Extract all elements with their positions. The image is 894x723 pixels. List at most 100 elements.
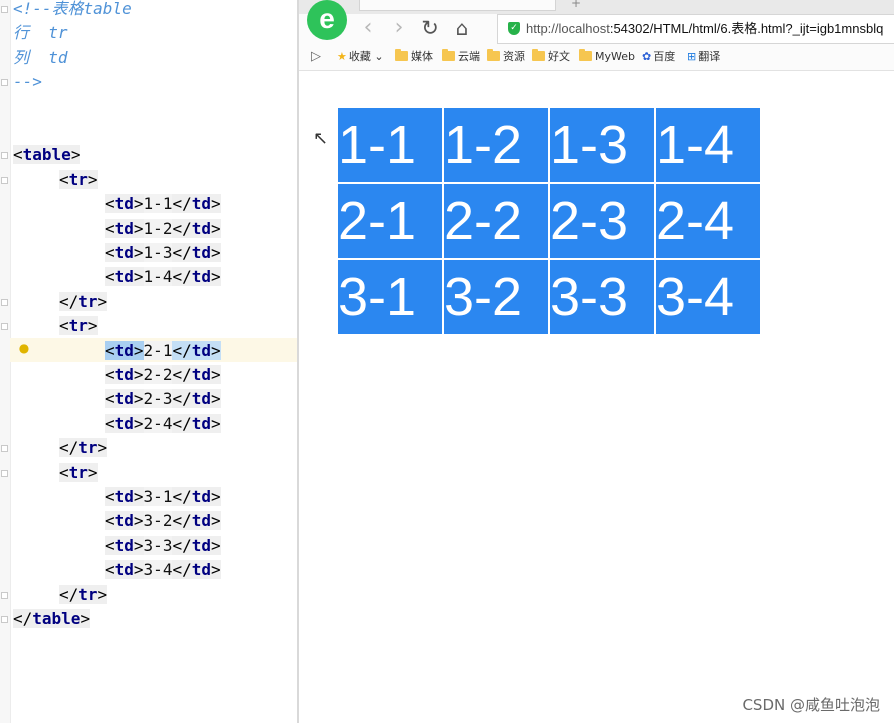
code-token: > — [133, 365, 144, 384]
forward-icon[interactable]: › — [387, 16, 411, 40]
table-row: 1-1 1-2 1-3 1-4 — [338, 108, 760, 182]
sidebar-toggle-icon[interactable]: ▷ — [311, 48, 321, 66]
code-token: 1-2 — [143, 218, 173, 238]
code-token: < — [13, 145, 23, 165]
code-token: > — [133, 218, 144, 238]
code-token: td — [191, 365, 211, 384]
code-token: > — [133, 560, 144, 580]
code-token: </ — [172, 535, 192, 555]
fold-marker-icon[interactable] — [1, 176, 8, 184]
code-token: td — [114, 511, 134, 531]
new-tab-icon[interactable]: + — [571, 0, 581, 10]
code-line: <td>2-4</td> — [105, 412, 221, 436]
fold-marker-icon[interactable] — [1, 591, 8, 599]
code-token: > — [210, 194, 221, 214]
code-token: td — [191, 535, 211, 555]
code-line: </tr> — [59, 290, 108, 314]
code-line: <td>3-4</td> — [105, 558, 221, 582]
code-token: tr — [68, 462, 88, 482]
address-bar[interactable]: ✓ http://localhost:54302/HTML/html/6.表格.… — [497, 14, 894, 44]
code-token: --> — [13, 72, 42, 92]
code-token: </ — [59, 584, 79, 604]
code-token: < — [105, 487, 115, 506]
watermark: CSDN @咸鱼吐泡泡 — [742, 696, 880, 714]
fold-marker-icon[interactable] — [1, 79, 8, 87]
code-token: </ — [172, 487, 192, 506]
browser-logo-icon[interactable]: e — [307, 0, 347, 40]
fold-marker-icon[interactable] — [1, 323, 8, 331]
url-host: http://localhost — [526, 21, 610, 36]
reload-icon[interactable]: ↻ — [418, 16, 442, 40]
code-token: td — [191, 413, 211, 433]
code-token: > — [80, 609, 91, 628]
code-token: > — [133, 487, 144, 506]
code-line: </table> — [13, 607, 91, 631]
code-token: > — [210, 389, 221, 409]
bookmark-item[interactable]: ★ 收藏 ⌄ — [337, 48, 384, 66]
code-line: </tr> — [59, 436, 108, 460]
url-text[interactable]: http://localhost:54302/HTML/html/6.表格.ht… — [526, 15, 883, 43]
bookmark-item[interactable]: 好文 — [532, 48, 570, 66]
code-token: </ — [59, 438, 79, 458]
code-token: < — [105, 365, 115, 384]
fold-marker-icon[interactable] — [1, 445, 8, 453]
code-token: < — [105, 389, 115, 409]
code-token: tr — [78, 584, 98, 604]
code-token: > — [133, 389, 144, 409]
code-token: td — [191, 218, 211, 238]
table-cell: 2-1 — [338, 184, 442, 258]
code-token: </ — [172, 560, 192, 580]
bookmark-item[interactable]: MyWeb — [579, 48, 635, 66]
code-line: <table> — [13, 143, 81, 167]
fold-marker-icon[interactable] — [1, 469, 8, 477]
code-token: td — [114, 535, 134, 555]
folder-icon — [487, 49, 500, 61]
table-cell: 3-3 — [550, 260, 654, 334]
code-token: < — [105, 340, 115, 360]
home-icon[interactable]: ⌂ — [450, 16, 474, 40]
code-token: td — [114, 243, 134, 262]
code-line: <tr> — [59, 314, 98, 338]
fold-marker-icon[interactable] — [1, 152, 8, 160]
code-token: > — [133, 340, 144, 360]
bookmark-item[interactable]: 媒体 — [395, 48, 433, 66]
code-token: < — [105, 560, 115, 580]
mouse-cursor-icon: ↖ — [313, 128, 329, 149]
code-token: td — [114, 340, 134, 360]
code-token: > — [210, 243, 221, 262]
code-token: > — [133, 267, 144, 287]
bookmark-item[interactable]: 云端 — [442, 48, 480, 66]
browser-tab[interactable] — [359, 0, 556, 11]
nav-toolbar: e ‹ › ↻ ⌂ ✓ http://localhost:54302/HTML/… — [299, 0, 894, 44]
code-line: <td>2-1</td> — [105, 339, 221, 363]
browser-window: + e ‹ › ↻ ⌂ ✓ http://localhost:54302/HTM… — [297, 0, 894, 723]
fold-marker-icon[interactable] — [1, 298, 8, 306]
code-token: </ — [172, 194, 192, 214]
code-token: 1-3 — [143, 243, 173, 262]
code-line: <td>3-1</td> — [105, 485, 221, 509]
code-token: td — [114, 413, 134, 433]
code-line: <!--表格table — [13, 0, 132, 21]
bookmark-label: 云端 — [458, 50, 480, 63]
code-line: --> — [13, 70, 42, 94]
bookmark-item[interactable]: 资源 — [487, 48, 525, 66]
code-token: td — [191, 340, 211, 360]
bookmark-item[interactable]: ✿ 百度 — [642, 48, 675, 66]
bookmark-item[interactable]: ⊞ 翻译 — [687, 48, 720, 66]
fold-marker-icon[interactable] — [1, 616, 8, 623]
bookmark-label: 好文 — [548, 50, 570, 63]
code-editor[interactable]: ● <!--表格table 行 tr 列 td --> <table> <tr> <td>1… — [0, 0, 297, 723]
code-token: table — [22, 145, 71, 165]
code-token: > — [210, 267, 221, 287]
code-token: 2-4 — [143, 413, 173, 433]
fold-marker-icon[interactable] — [1, 6, 8, 13]
code-token: 2-3 — [143, 389, 173, 409]
code-line: <td>2-3</td> — [105, 387, 221, 411]
intention-bulb-icon[interactable]: ● — [18, 340, 30, 356]
secure-shield-icon: ✓ — [508, 22, 520, 35]
code-token: > — [210, 535, 221, 555]
folder-icon — [532, 49, 545, 61]
code-token: tr — [68, 316, 88, 336]
back-icon[interactable]: ‹ — [356, 16, 380, 40]
code-token: < — [105, 511, 115, 531]
